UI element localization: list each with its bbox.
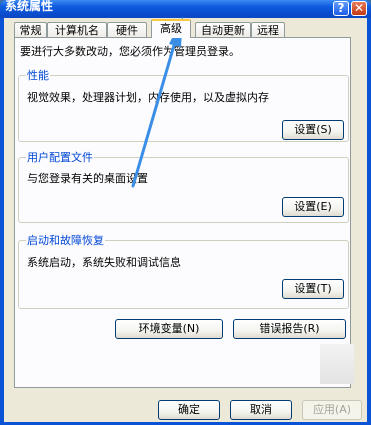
tab-advanced[interactable]: 高级: [151, 19, 191, 38]
arrow-pointer-icon: [131, 16, 183, 188]
